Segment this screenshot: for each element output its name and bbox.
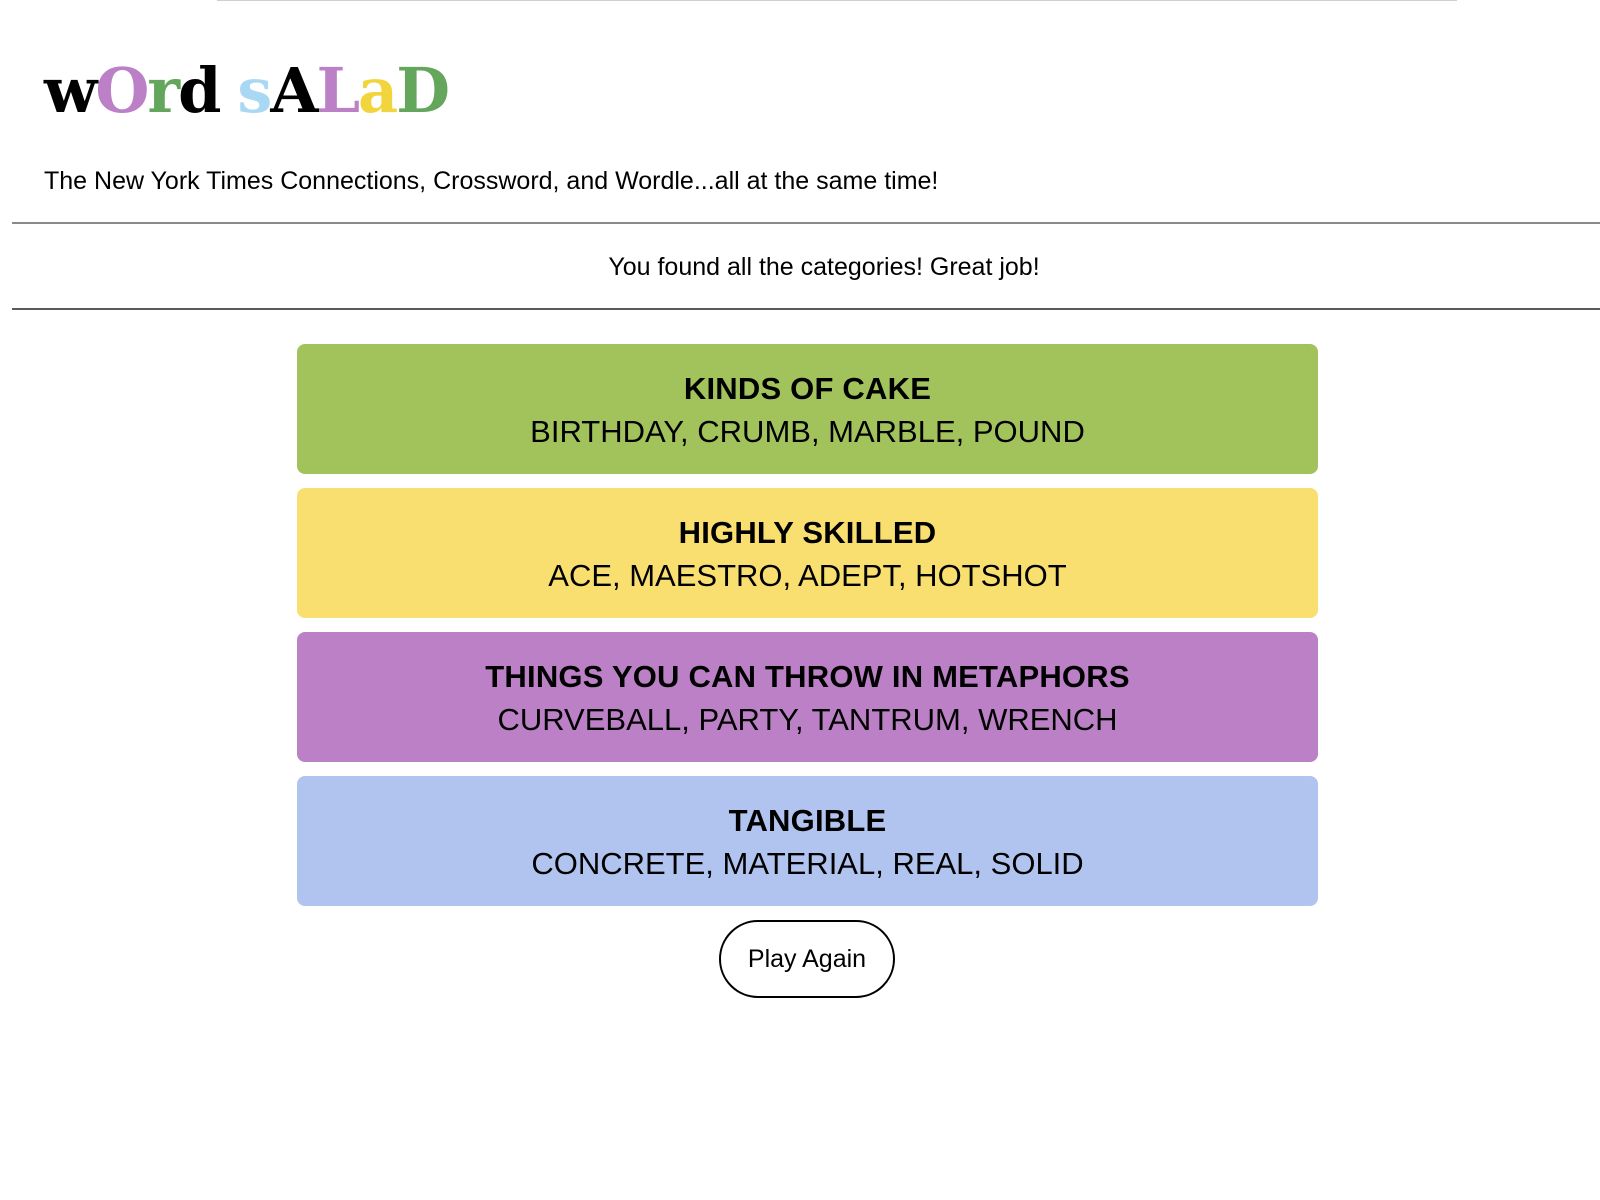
category-words: BIRTHDAY, CRUMB, MARBLE, POUND [530, 414, 1085, 449]
logo-letter: s [237, 54, 272, 127]
divider [12, 308, 1600, 310]
logo-letter: a [358, 54, 398, 127]
logo-letter: r [147, 54, 180, 127]
category-words: ACE, MAESTRO, ADEPT, HOTSHOT [548, 558, 1067, 593]
category-words: CONCRETE, MATERIAL, REAL, SOLID [531, 846, 1084, 881]
status-message: You found all the categories! Great job! [608, 253, 1040, 281]
logo-letter: L [316, 54, 360, 127]
solved-categories: KINDS OF CAKE BIRTHDAY, CRUMB, MARBLE, P… [297, 344, 1318, 920]
tagline: The New York Times Connections, Crosswor… [44, 167, 939, 195]
logo-letter: O [95, 54, 149, 127]
logo-letter: w [44, 54, 97, 127]
top-divider [217, 0, 1457, 1]
logo-letter: A [270, 54, 318, 127]
category-group: HIGHLY SKILLED ACE, MAESTRO, ADEPT, HOTS… [297, 488, 1318, 618]
category-title: THINGS YOU CAN THROW IN METAPHORS [485, 659, 1130, 694]
category-group: KINDS OF CAKE BIRTHDAY, CRUMB, MARBLE, P… [297, 344, 1318, 474]
category-group: TANGIBLE CONCRETE, MATERIAL, REAL, SOLID [297, 776, 1318, 906]
logo-letter: d [178, 54, 221, 127]
category-title: HIGHLY SKILLED [678, 515, 937, 550]
play-again-button[interactable]: Play Again [719, 920, 895, 998]
category-group: THINGS YOU CAN THROW IN METAPHORS CURVEB… [297, 632, 1318, 762]
logo: wOrd sALaD [44, 54, 450, 127]
divider [12, 222, 1600, 224]
category-words: CURVEBALL, PARTY, TANTRUM, WRENCH [497, 702, 1118, 737]
logo-letter: D [396, 54, 450, 127]
category-title: TANGIBLE [728, 803, 887, 838]
category-title: KINDS OF CAKE [683, 371, 932, 406]
